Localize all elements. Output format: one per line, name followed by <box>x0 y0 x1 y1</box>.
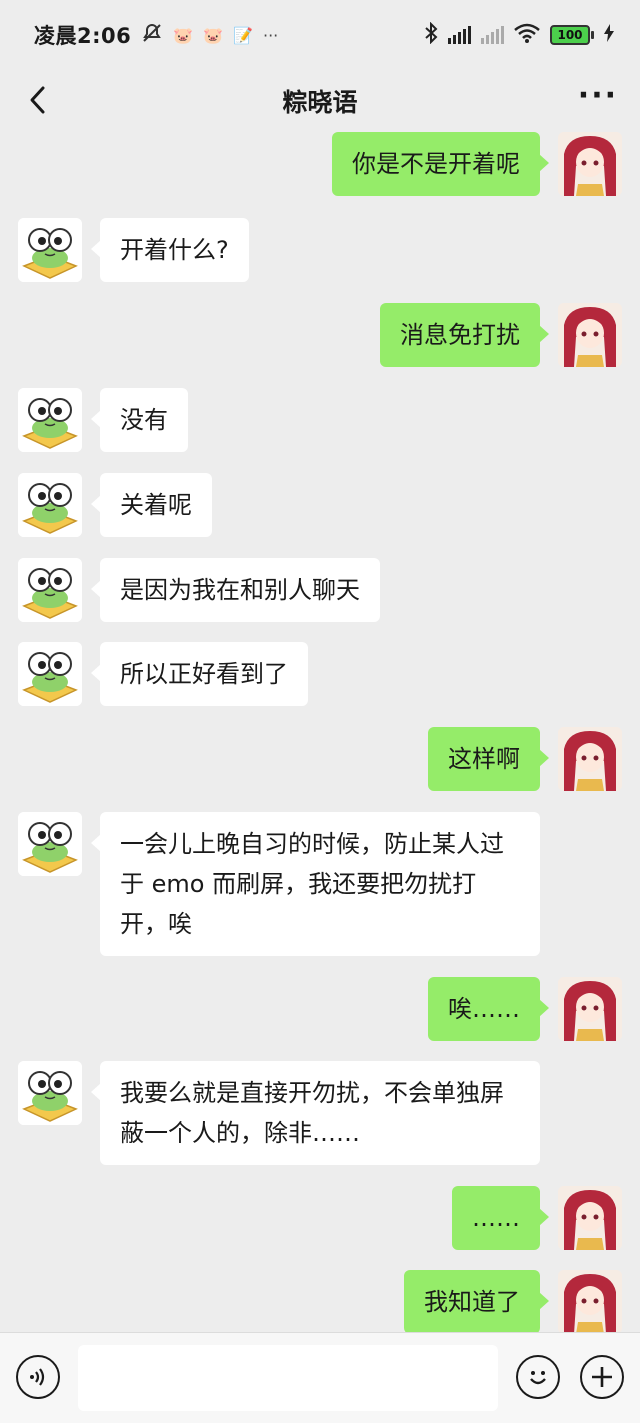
voice-button[interactable] <box>16 1355 60 1399</box>
app-icon-note: 📝 <box>233 25 253 45</box>
status-time: 凌晨2:06 <box>34 24 132 48</box>
app-icon-pig-2: 🐷 <box>203 25 224 45</box>
message-list[interactable]: 你是不是开着呢 开着什么? 消息免打扰 没有 关着呢 是因为我在和别人聊天 所以… <box>0 132 640 1332</box>
message-bubble[interactable]: …… <box>452 1186 549 1250</box>
avatar-self[interactable] <box>558 1270 622 1332</box>
avatar-contact[interactable] <box>18 388 82 452</box>
more-options-button[interactable]: ··· <box>578 81 618 111</box>
avatar-self[interactable] <box>558 303 622 367</box>
message-bubble[interactable]: 消息免打扰 <box>380 303 549 367</box>
mute-icon <box>141 22 163 48</box>
chat-header: 粽晓语 ··· <box>0 70 640 132</box>
message-bubble[interactable]: 是因为我在和别人聊天 <box>91 558 380 622</box>
message-bubble[interactable]: 我要么就是直接开勿扰，不会单独屏蔽一个人的，除非…… <box>91 1061 540 1165</box>
avatar-contact[interactable] <box>18 812 82 876</box>
avatar-contact[interactable] <box>18 218 82 282</box>
avatar-contact[interactable] <box>18 558 82 622</box>
message-bubble[interactable]: 你是不是开着呢 <box>332 132 549 196</box>
chevron-left-icon <box>30 86 45 114</box>
voice-icon <box>30 1368 45 1386</box>
avatar-contact[interactable] <box>18 1061 82 1125</box>
message-bubble[interactable]: 我知道了 <box>404 1270 549 1332</box>
app-icon-pig: 🐷 <box>173 25 194 45</box>
avatar-self[interactable] <box>558 132 622 196</box>
message-input[interactable] <box>78 1345 498 1411</box>
message-bubble[interactable]: 所以正好看到了 <box>91 642 308 706</box>
signal-icon <box>448 26 471 44</box>
emoji-button[interactable] <box>516 1355 560 1399</box>
more-functions-button[interactable] <box>580 1355 624 1399</box>
message-bubble[interactable]: 一会儿上晚自习的时候，防止某人过于 emo 而刷屏，我还要把勿扰打开，唉 <box>91 812 540 956</box>
more-dots-icon: ··· <box>263 25 279 45</box>
input-bar <box>0 1332 640 1423</box>
status-bar: 凌晨2:06 🐷 🐷 📝 ··· 100 <box>0 0 640 70</box>
avatar-contact[interactable] <box>18 642 82 706</box>
avatar-self[interactable] <box>558 1186 622 1250</box>
avatar-self[interactable] <box>558 977 622 1041</box>
message-bubble[interactable]: 没有 <box>91 388 188 452</box>
battery-icon: 100 <box>550 25 594 45</box>
message-bubble[interactable]: 这样啊 <box>428 727 549 791</box>
back-button[interactable] <box>18 80 58 120</box>
avatar-contact[interactable] <box>18 473 82 537</box>
smiley-icon <box>530 1371 546 1385</box>
battery-level: 100 <box>550 25 590 45</box>
wifi-icon <box>514 23 540 48</box>
message-bubble[interactable]: 唉…… <box>428 977 549 1041</box>
message-bubble[interactable]: 开着什么? <box>91 218 249 282</box>
message-bubble[interactable]: 关着呢 <box>91 473 212 537</box>
charging-icon <box>604 23 614 47</box>
signal-2-icon <box>481 26 504 44</box>
bluetooth-icon <box>424 21 438 49</box>
chat-title: 粽晓语 <box>282 88 358 117</box>
plus-icon <box>592 1367 612 1387</box>
avatar-self[interactable] <box>558 727 622 791</box>
